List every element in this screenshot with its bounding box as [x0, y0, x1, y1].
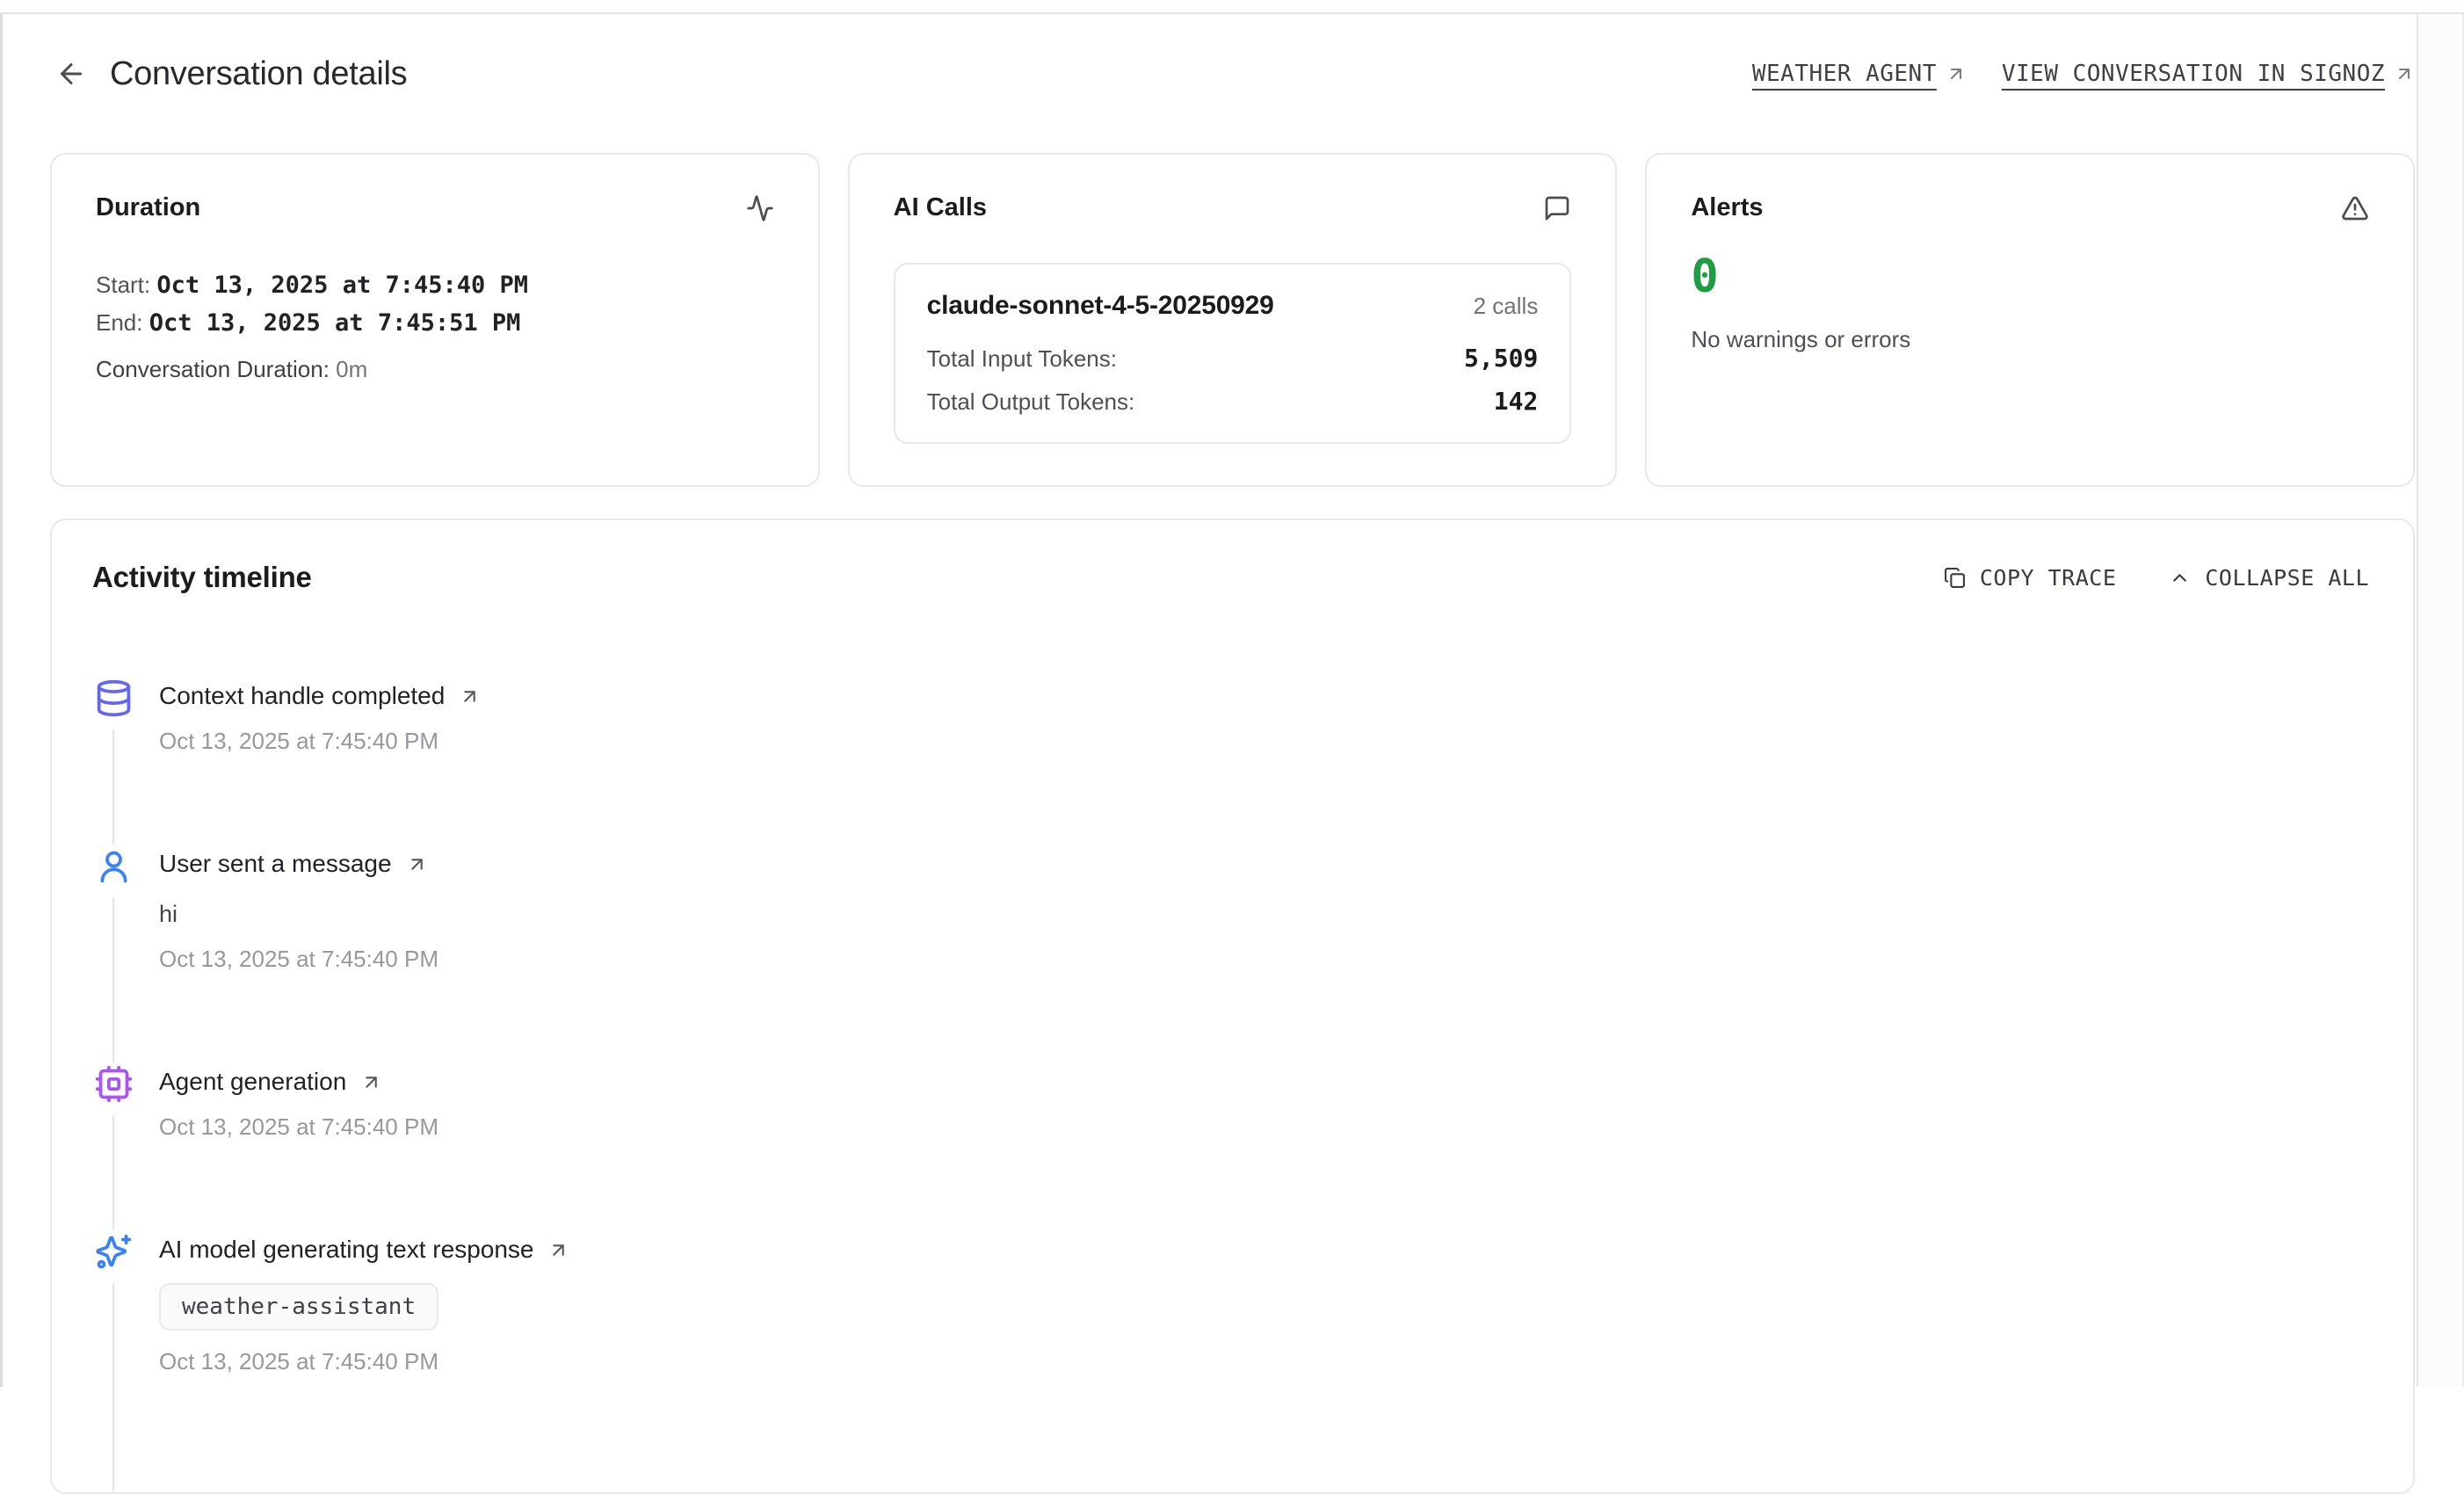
user-icon [92, 845, 134, 897]
duration-card-title: Duration [96, 193, 200, 222]
output-tokens-row: Total Output Tokens: 142 [927, 387, 1539, 416]
duration-end-label: End: [96, 309, 143, 336]
conversation-duration-row: Conversation Duration: 0m [96, 356, 774, 383]
duration-end-value: Oct 13, 2025 at 7:45:51 PM [149, 309, 521, 337]
window-left-divider [0, 14, 3, 1387]
arrow-up-right-icon [1946, 63, 1967, 84]
conversation-duration-label: Conversation Duration: [96, 356, 330, 382]
page-header: Conversation details WEATHER AGENT VIEW … [50, 49, 2415, 98]
event-body: User sent a message hi Oct 13, 2025 at 7… [159, 845, 438, 973]
event-timestamp: Oct 13, 2025 at 7:45:40 PM [159, 1113, 438, 1141]
header-links: WEATHER AGENT VIEW CONVERSATION IN SIGNO… [1752, 61, 2415, 87]
event-link-agent-generation[interactable]: Agent generation [159, 1068, 438, 1096]
cpu-icon [92, 1062, 134, 1115]
weather-agent-link-label: WEATHER AGENT [1752, 61, 1937, 87]
model-calls-count: 2 calls [1474, 293, 1539, 320]
activity-icon [746, 194, 774, 222]
duration-start-row: Start: Oct 13, 2025 at 7:45:40 PM [96, 266, 774, 304]
summary-cards-row: Duration Start: Oct 13, 2025 at 7:45:40 … [50, 153, 2415, 487]
timeline-event-context-handle: Context handle completed Oct 13, 2025 at… [92, 677, 2369, 755]
event-title: AI model generating text response [159, 1236, 533, 1264]
duration-start-value: Oct 13, 2025 at 7:45:40 PM [156, 272, 528, 299]
weather-agent-link[interactable]: WEATHER AGENT [1752, 61, 1967, 87]
view-conversation-in-signoz-link[interactable]: VIEW CONVERSATION IN SIGNOZ [2002, 61, 2415, 87]
duration-card-header: Duration [96, 193, 774, 222]
event-body: Context handle completed Oct 13, 2025 at… [159, 677, 481, 755]
event-body: Agent generation Oct 13, 2025 at 7:45:40… [159, 1062, 438, 1141]
copy-icon [1944, 567, 1966, 589]
timeline-events: Context handle completed Oct 13, 2025 at… [92, 677, 2369, 1492]
back-button[interactable] [52, 54, 91, 93]
collapse-all-label: COLLAPSE ALL [2205, 565, 2369, 591]
alerts-card-title: Alerts [1691, 193, 1763, 222]
message-square-icon [1543, 194, 1571, 222]
ai-calls-card: AI Calls claude-sonnet-4-5-20250929 2 ca… [848, 153, 1618, 487]
timeline-event-ai-text-response: AI model generating text response weathe… [92, 1230, 2369, 1375]
database-icon [92, 677, 134, 729]
event-timestamp: Oct 13, 2025 at 7:45:40 PM [159, 1348, 569, 1375]
arrow-up-right-icon [2394, 63, 2415, 84]
alerts-card-header: Alerts [1691, 193, 2369, 222]
arrow-up-right-icon [459, 685, 481, 707]
timeline-event-user-message: User sent a message hi Oct 13, 2025 at 7… [92, 845, 2369, 973]
copy-trace-label: COPY TRACE [1980, 565, 2117, 591]
model-name: claude-sonnet-4-5-20250929 [927, 291, 1274, 321]
arrow-left-icon [55, 58, 87, 90]
alerts-message: No warnings or errors [1691, 326, 2369, 353]
input-tokens-value: 5,509 [1464, 344, 1538, 373]
arrow-up-right-icon [360, 1071, 382, 1093]
event-timestamp: Oct 13, 2025 at 7:45:40 PM [159, 728, 481, 755]
event-timestamp: Oct 13, 2025 at 7:45:40 PM [159, 946, 438, 973]
duration-card-body: Start: Oct 13, 2025 at 7:45:40 PM End: O… [96, 266, 774, 383]
timeline-controls: COPY TRACE COLLAPSE ALL [1944, 565, 2369, 591]
duration-card: Duration Start: Oct 13, 2025 at 7:45:40 … [50, 153, 820, 487]
conversation-duration-value: 0m [336, 356, 367, 382]
agent-name-badge: weather-assistant [159, 1283, 438, 1331]
event-link-context-handle[interactable]: Context handle completed [159, 682, 481, 710]
model-usage-item: claude-sonnet-4-5-20250929 2 calls Total… [894, 263, 1572, 444]
event-message-text: hi [159, 901, 438, 928]
alerts-count: 0 [1691, 254, 2369, 300]
output-tokens-label: Total Output Tokens: [927, 388, 1135, 416]
alerts-card: Alerts 0 No warnings or errors [1645, 153, 2415, 487]
model-row: claude-sonnet-4-5-20250929 2 calls [927, 291, 1539, 321]
copy-trace-button[interactable]: COPY TRACE [1944, 565, 2117, 591]
triangle-alert-icon [2341, 194, 2369, 222]
conversation-details-page: { "header": { "title": "Conversation det… [0, 0, 2464, 1387]
arrow-up-right-icon [547, 1239, 569, 1261]
duration-start-label: Start: [96, 272, 150, 298]
input-tokens-row: Total Input Tokens: 5,509 [927, 344, 1539, 373]
event-link-user-message[interactable]: User sent a message [159, 850, 438, 878]
event-title: Context handle completed [159, 682, 445, 710]
collapse-all-button[interactable]: COLLAPSE ALL [2169, 565, 2369, 591]
sparkles-icon [92, 1230, 134, 1283]
chevron-up-icon [2169, 567, 2191, 589]
scrollbar[interactable] [2417, 14, 2464, 1387]
timeline-header: Activity timeline COPY TRACE COLLAPSE AL… [92, 561, 2369, 594]
input-tokens-label: Total Input Tokens: [927, 345, 1117, 373]
view-conversation-link-label: VIEW CONVERSATION IN SIGNOZ [2002, 61, 2385, 87]
event-title: Agent generation [159, 1068, 346, 1096]
ai-calls-card-title: AI Calls [894, 193, 987, 222]
duration-end-row: End: Oct 13, 2025 at 7:45:51 PM [96, 304, 774, 342]
timeline-title: Activity timeline [92, 561, 312, 594]
activity-timeline-card: Activity timeline COPY TRACE COLLAPSE AL… [50, 519, 2415, 1494]
output-tokens-value: 142 [1494, 387, 1539, 416]
event-title: User sent a message [159, 850, 392, 878]
event-link-ai-text-response[interactable]: AI model generating text response [159, 1236, 569, 1264]
arrow-up-right-icon [406, 853, 428, 875]
timeline-event-agent-generation: Agent generation Oct 13, 2025 at 7:45:40… [92, 1062, 2369, 1141]
page-title: Conversation details [110, 55, 407, 93]
event-body: AI model generating text response weathe… [159, 1230, 569, 1375]
ai-calls-card-header: AI Calls [894, 193, 1572, 222]
main-content: Conversation details WEATHER AGENT VIEW … [50, 14, 2415, 1494]
